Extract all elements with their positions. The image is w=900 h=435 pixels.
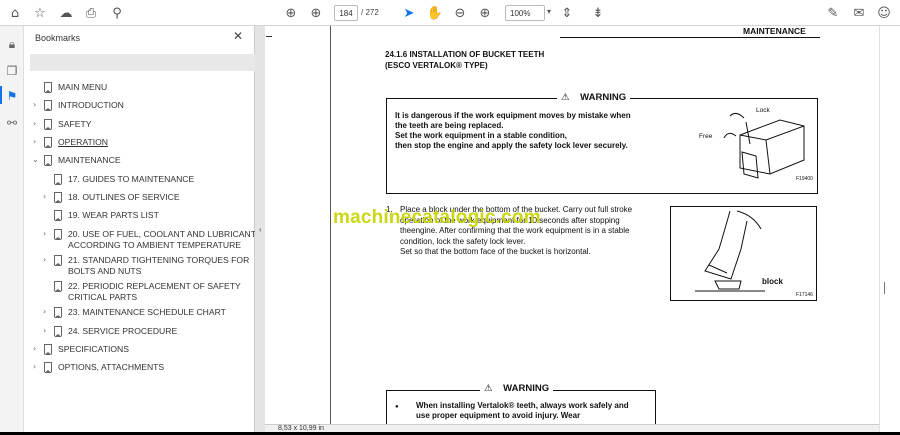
page-edge-mark [266,36,272,37]
bookmark-flag-icon [44,137,52,148]
bullet: ● [395,404,399,410]
expand-arrow-icon[interactable]: › [43,255,46,264]
bookmark-flag-icon [44,155,52,166]
warning-heading-2: ⚠ WARNING [480,383,554,394]
bookmark-flag-icon [44,82,52,93]
expand-arrow-icon[interactable]: › [33,344,36,353]
warning-text-2: When installing Vertalok® teeth, always … [416,401,629,420]
expand-arrow-icon[interactable]: › [43,229,46,238]
splitter-handle-icon[interactable]: ‹ [259,225,262,234]
upload-cloud-icon[interactable]: ☁ [57,4,75,22]
bookmark-guides-to-maintenance[interactable]: 17. GUIDES TO MAINTENANCE [68,174,194,185]
page-up-icon[interactable]: ⊕ [282,4,300,22]
expand-arrow-icon[interactable]: › [33,100,36,109]
zoom-search-icon[interactable]: ⚲ [108,4,126,22]
collapse-arrow-icon[interactable]: ⌄ [32,155,39,164]
bookmark-fuel-coolant[interactable]: 20. USE OF FUEL, COOLANT AND LUBRICANTS [68,229,262,240]
bookmark-flag-icon [44,362,52,373]
section-title: 24.1.6 INSTALLATION OF BUCKET TEETH (ESC… [385,50,545,70]
expand-arrow-icon[interactable]: › [43,307,46,316]
bookmark-service-procedure[interactable]: 24. SERVICE PROCEDURE [68,326,177,337]
bookmark-flag-icon [54,192,62,203]
selected-bookmark-highlight [30,54,256,71]
bookmark-specifications[interactable]: SPECIFICATIONS [58,344,129,355]
bookmark-fuel-coolant-line2[interactable]: ACCORDING TO AMBIENT TEMPERATURE [68,240,241,251]
bookmark-maintenance-schedule[interactable]: 23. MAINTENANCE SCHEDULE CHART [68,307,226,318]
bookmark-flag-icon [54,281,62,292]
zoom-in-icon[interactable]: ⊕ [476,4,494,22]
fig-label-free: Free [699,133,713,140]
lock-icon[interactable]: 🔒︎ [4,36,20,52]
home-icon[interactable]: ⌂ [6,4,24,22]
bookmark-flag-icon [54,307,62,318]
bookmark-flag-icon [44,100,52,111]
email-icon[interactable]: ✉ [850,4,868,22]
scroll-thumb[interactable] [884,282,885,294]
watermark-text: machinecatalogic.com [333,207,541,228]
star-icon[interactable]: ☆ [31,4,49,22]
page-thumbnails-icon[interactable]: ❐ [4,63,20,79]
bookmark-tightening-torques-line2[interactable]: BOLTS AND NUTS [68,266,141,277]
bookmark-icon[interactable]: ⚑ [4,88,20,104]
bookmark-outlines-of-service[interactable]: 18. OUTLINES OF SERVICE [68,192,180,203]
page-number-input[interactable]: 184 [334,5,358,21]
left-rail: 🔒︎ ❐ ⚑ ⚯ [0,26,24,435]
panel-title: Bookmarks [35,33,81,43]
bucket-block-figure [695,210,765,292]
expand-arrow-icon[interactable]: › [43,326,46,335]
bookmark-periodic-replacement[interactable]: 22. PERIODIC REPLACEMENT OF SAFETY [68,281,241,292]
bookmark-wear-parts-list[interactable]: 19. WEAR PARTS LIST [68,210,159,221]
expand-arrow-icon[interactable]: › [33,119,36,128]
bookmark-flag-icon [44,344,52,355]
account-icon[interactable]: ☺ [875,4,893,22]
attachment-icon[interactable]: ⚯ [4,115,20,131]
expand-arrow-icon[interactable]: › [33,137,36,146]
warning-triangle-icon: ⚠ [484,383,493,394]
select-cursor-icon[interactable]: ➤ [400,4,418,22]
bookmark-tightening-torques[interactable]: 21. STANDARD TIGHTENING TORQUES FOR [68,255,249,266]
page-fit-icon[interactable]: ⇕ [558,4,576,22]
fig-code-1: F19400 [796,176,813,182]
bookmark-flag-icon [44,119,52,130]
bookmark-operation[interactable]: OPERATION [58,137,108,148]
zoom-level-select[interactable]: 100% [505,5,545,21]
close-icon[interactable]: ✕ [233,29,243,43]
bookmark-flag-icon [54,174,62,185]
fig-code-2: F17146 [796,292,813,298]
bookmark-main-menu[interactable]: MAIN MENU [58,82,107,93]
fig-label-block: block [762,277,783,286]
pen-sign-icon[interactable]: ✎ [824,4,842,22]
bookmark-flag-icon [54,326,62,337]
rail-active-indicator [0,86,2,104]
expand-arrow-icon[interactable]: › [33,362,36,371]
fig-label-lock: Lock [756,107,770,114]
page-down-icon[interactable]: ⊕ [307,4,325,22]
bookmark-safety[interactable]: SAFETY [58,119,91,130]
main-toolbar: ⌂ ☆ ☁ ⎙ ⚲ ⊕ ⊕ 184 / 272 ➤ ✋ ⊖ ⊕ 100% ▾ ⇕… [0,0,900,26]
zoom-dropdown-chevron-icon[interactable]: ▾ [547,7,551,16]
zoom-out-icon[interactable]: ⊖ [451,4,469,22]
header-rule [560,37,820,38]
warning-heading: ⚠ WARNING [557,92,631,103]
bookmark-options-attachments[interactable]: OPTIONS, ATTACHMENTS [58,362,164,373]
scroll-mode-icon[interactable]: ⇟ [589,4,607,22]
page-header-maintenance: MAINTENANCE [743,26,806,36]
warning-triangle-icon: ⚠ [561,92,570,103]
print-icon[interactable]: ⎙ [82,4,100,22]
bookmark-flag-icon [54,255,62,266]
expand-arrow-icon[interactable]: › [43,192,46,201]
bookmark-flag-icon [54,229,62,240]
warning-text: It is dangerous if the work equipment mo… [395,111,631,150]
right-scrollbar[interactable] [879,26,900,435]
page-total-label: / 272 [361,8,379,17]
bookmark-introduction[interactable]: INTRODUCTION [58,100,124,111]
hand-tool-icon[interactable]: ✋ [426,4,444,22]
bookmark-periodic-replacement-line2[interactable]: CRITICAL PARTS [68,292,137,303]
bookmark-maintenance[interactable]: MAINTENANCE [58,155,121,166]
bookmark-flag-icon [54,210,62,221]
